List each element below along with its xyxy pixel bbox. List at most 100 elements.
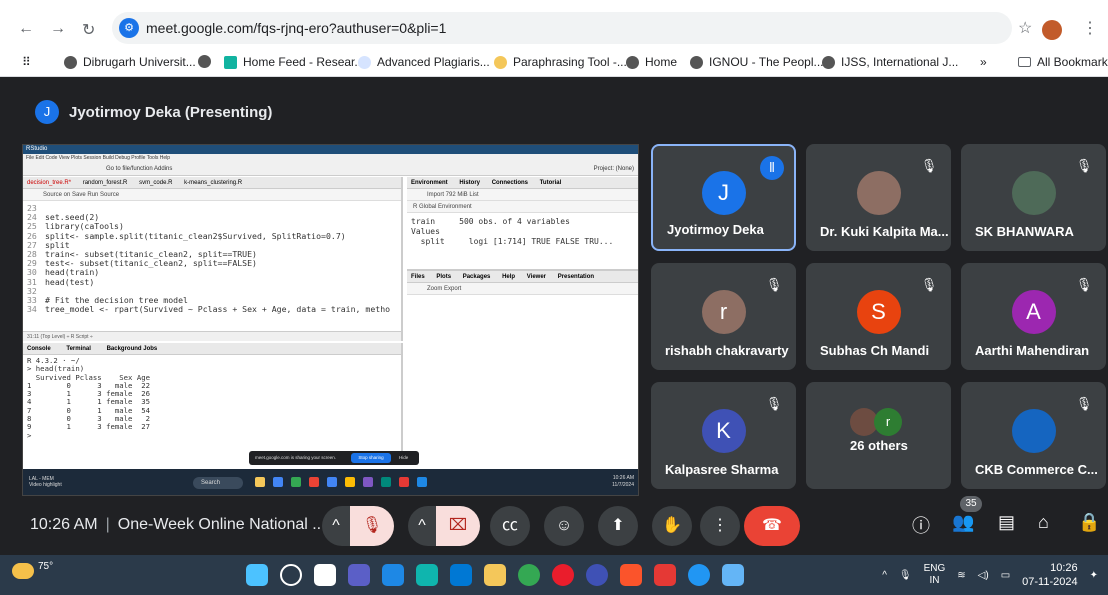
battery-icon[interactable]: ▭ — [1001, 570, 1010, 581]
edge-icon[interactable] — [416, 564, 438, 586]
volume-icon[interactable]: ◁) — [978, 570, 989, 581]
raise-hand-button[interactable]: ✋ — [652, 506, 692, 546]
source-status: 31:11 (Top Level) ÷ R Script ÷ — [23, 331, 401, 341]
mic-off-icon: 🎙 — [765, 396, 783, 411]
extension-icon[interactable] — [1042, 20, 1062, 40]
code-text: head(test) — [45, 276, 95, 287]
site-info-icon[interactable]: ⚙ — [119, 18, 139, 38]
participant-tile[interactable]: r 26 others — [806, 382, 951, 489]
language-indicator[interactable]: ENG IN — [924, 563, 946, 587]
source-pane: decision_tree.R* random_forest.R svm_cod… — [23, 177, 403, 341]
tab-environment: Environment — [411, 180, 448, 186]
brave-icon[interactable] — [620, 564, 642, 586]
participant-avatar: K — [701, 409, 746, 454]
participant-tile[interactable]: S 🎙 Subhas Ch Mandi — [806, 263, 951, 370]
hide-button[interactable]: Hide — [399, 451, 408, 465]
participant-avatar: J — [701, 171, 746, 216]
search-icon[interactable] — [280, 564, 302, 586]
chrome-icon[interactable] — [518, 564, 540, 586]
paraphrase-icon — [494, 55, 507, 69]
file-explorer-icon[interactable] — [484, 564, 506, 586]
more-options-button[interactable]: ⋮ — [700, 506, 740, 546]
forward-icon[interactable]: → — [50, 20, 66, 38]
camera-options-button[interactable]: ^ — [408, 506, 436, 546]
back-icon[interactable]: ← — [18, 20, 34, 38]
bookmark-6[interactable]: Home — [626, 55, 677, 69]
photos-icon[interactable] — [722, 564, 744, 586]
captions-button[interactable]: ㏄ — [490, 506, 530, 546]
folder-icon — [1018, 57, 1031, 67]
people-icon[interactable]: 👥 — [952, 512, 974, 533]
info-icon[interactable]: ⓘ — [912, 512, 930, 538]
mic-options-button[interactable]: ^ — [322, 506, 350, 546]
files-tabs: Files Plots Packages Help Viewer Present… — [407, 271, 638, 283]
participant-tile[interactable]: J ⦀ Jyotirmoy Deka — [651, 144, 796, 251]
meeting-info: 10:26 AM | One-Week Online National ... — [30, 516, 326, 533]
chat-icon[interactable]: ▤ — [998, 512, 1015, 533]
participant-tile[interactable]: 🎙 SK BHANWARA — [961, 144, 1106, 251]
present-button[interactable]: ⬆ — [598, 506, 638, 546]
teams-icon[interactable] — [348, 564, 370, 586]
weather-temp: 75° — [38, 561, 54, 572]
menu-icon[interactable]: ⋮ — [1082, 18, 1098, 38]
code-line: 34 tree_model <- rpart(Survived ~ Pclass … — [27, 305, 401, 314]
bookmark-4[interactable]: Advanced Plagiaris... — [358, 55, 490, 69]
host-controls-icon[interactable]: 🔒 — [1078, 512, 1100, 533]
star-icon[interactable]: ☆ — [1018, 18, 1032, 38]
notification-icon[interactable]: ✦ — [1090, 570, 1098, 581]
chevron-up-icon[interactable]: ^ — [882, 570, 887, 581]
participant-tile[interactable]: 🎙 Dr. Kuki Kalpita Ma... — [806, 144, 951, 251]
participant-tile[interactable]: r 🎙 rishabh chakravarty — [651, 263, 796, 370]
people-count: 35 — [960, 496, 982, 512]
store-icon[interactable] — [450, 564, 472, 586]
widgets-icon[interactable] — [382, 564, 404, 586]
participant-tile[interactable]: A 🎙 Aarthi Mahendiran — [961, 263, 1106, 370]
stop-sharing-button[interactable]: Stop sharing — [351, 453, 391, 463]
windows-start-icon[interactable] — [246, 564, 268, 586]
tab-kmeans: k-means_clustering.R — [184, 180, 243, 186]
opera-icon[interactable] — [552, 564, 574, 586]
shared-screen[interactable]: RStudio File Edit Code View Plots Sessio… — [22, 144, 639, 496]
tab-help: Help — [502, 274, 516, 280]
activities-icon[interactable]: ⌂ — [1038, 512, 1049, 533]
wifi-icon[interactable]: ≋ — [957, 570, 965, 581]
share-bar: meet.google.com is sharing your screen. … — [249, 451, 419, 465]
end-call-button[interactable]: ☎ — [744, 506, 800, 546]
app-icon[interactable] — [688, 564, 710, 586]
app-icon — [309, 477, 319, 487]
app-icon[interactable] — [654, 564, 676, 586]
apps-icon[interactable]: ⠿ — [22, 55, 31, 69]
weather-icon[interactable] — [12, 563, 34, 579]
bookmark-7[interactable]: IGNOU - The Peopl... — [690, 55, 824, 69]
bookmark-5[interactable]: Paraphrasing Tool -... — [494, 55, 627, 69]
r-icon[interactable] — [586, 564, 608, 586]
tab-packages: Packages — [462, 274, 491, 280]
more-bookmarks[interactable]: » — [980, 55, 987, 69]
task-view-icon[interactable] — [314, 564, 336, 586]
env-rows: train 500 obs. of 4 variables Values spl… — [411, 217, 614, 246]
participant-tile[interactable]: 🎙 CKB Commerce C... — [961, 382, 1106, 489]
os-clock[interactable]: 10:26 07-11-2024 — [1022, 561, 1077, 589]
microphone-icon[interactable]: 🎙 — [899, 570, 912, 581]
presenter-chip: J Jyotirmoy Deka (Presenting) — [35, 100, 272, 124]
address-row: ← → ↻ ⚙ meet.google.com/fqs-rjnq-ero?aut… — [0, 8, 1108, 48]
bookmark-3[interactable]: Home Feed - Resear... — [224, 55, 364, 69]
tab-svm: svm_code.R — [139, 180, 173, 186]
tab-random-forest: random_forest.R — [82, 180, 128, 186]
bookmark-8[interactable]: IJSS, International J... — [822, 55, 958, 69]
mic-off-icon: 🎙 — [920, 158, 938, 173]
bookmark-2[interactable] — [198, 55, 211, 68]
address-bar[interactable]: ⚙ meet.google.com/fqs-rjnq-ero?authuser=… — [112, 12, 1012, 44]
meeting-time: 10:26 AM — [30, 516, 98, 533]
all-bookmarks[interactable]: All Bookmarks — [1018, 55, 1108, 69]
bookmark-1[interactable]: Dibrugarh Universit... — [64, 55, 196, 69]
participant-photo — [1011, 171, 1056, 216]
camera-off-button[interactable]: ⌧ — [436, 506, 480, 546]
shared-taskbar-icons — [255, 477, 427, 487]
participant-tile[interactable]: K 🎙 Kalpasree Sharma — [651, 382, 796, 489]
reload-icon[interactable]: ↻ — [82, 20, 95, 40]
emoji-button[interactable]: ☺ — [544, 506, 584, 546]
mic-off-button[interactable]: 🎙 — [350, 506, 394, 546]
tab-history: History — [459, 180, 481, 186]
app-icon — [345, 477, 355, 487]
